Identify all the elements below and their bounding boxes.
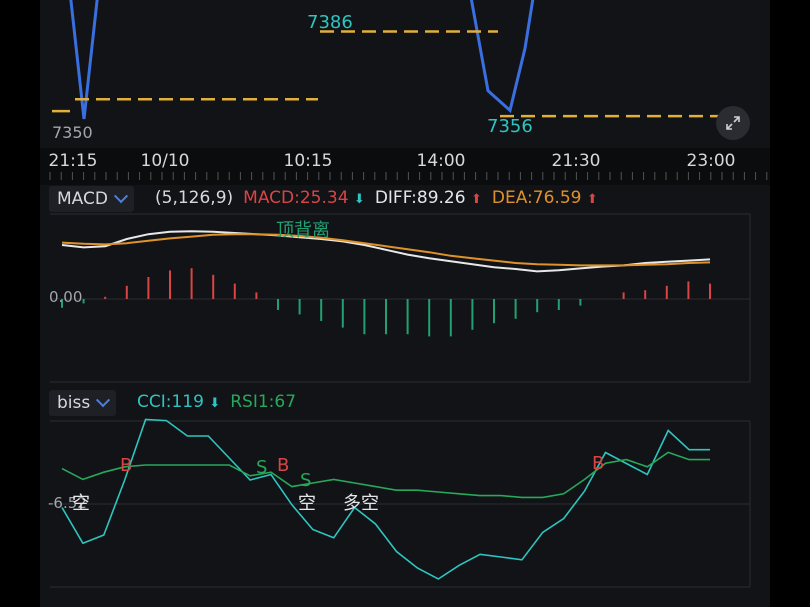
time-tick-label: 10:15	[284, 151, 333, 171]
arrow-down-icon: ⬇	[353, 192, 365, 207]
expand-icon	[726, 116, 740, 130]
price-label-low: 7356	[487, 116, 533, 137]
chart-app: 21:15 10/10 10:15 14:00 21:30 23:00 7386 7356…	[40, 0, 770, 607]
signal-b: B	[277, 455, 290, 476]
signal-s: S	[300, 470, 312, 491]
signal-s: S	[256, 457, 268, 478]
price-line	[469, 0, 535, 114]
time-tick-label: 21:15	[49, 151, 98, 171]
arrow-up-icon: ⬆	[586, 192, 598, 207]
macd-indicator-row: (5,126,9) MACD:25.34 ⬇ DIFF:89.26 ⬆ DEA:…	[155, 188, 598, 208]
macd-value: MACD:25.34 ⬇	[243, 188, 365, 208]
macd-zero-label: 0.00	[49, 288, 83, 306]
price-chart[interactable]: 21:15 10/10 10:15 14:00 21:30 23:00	[40, 0, 770, 185]
signal-b: B	[592, 453, 605, 474]
biss-chart[interactable]	[40, 417, 770, 607]
arrow-up-icon: ⬆	[470, 192, 482, 207]
rsi-line	[61, 451, 710, 499]
rsi-value: RSI1:67	[230, 392, 297, 412]
time-tick-label: 14:00	[417, 151, 466, 171]
time-tick-label: 10/10	[141, 151, 190, 171]
cci-line	[61, 418, 710, 580]
chevron-down-icon	[96, 393, 111, 408]
price-label-high: 7386	[307, 12, 353, 33]
biss-indicator-row: CCI:119 ⬇ RSI1:67	[137, 392, 296, 412]
macd-chart[interactable]	[40, 212, 770, 387]
biss-selector[interactable]: biss	[49, 390, 117, 416]
divergence-annotation: 顶背离	[276, 220, 330, 241]
diff-value: DIFF:89.26 ⬆	[374, 188, 482, 208]
price-axis-min-label: 7350	[52, 123, 93, 142]
cci-value: CCI:119 ⬇	[137, 392, 221, 412]
time-tick-label: 23:00	[687, 151, 736, 171]
arrow-down-icon: ⬇	[209, 396, 221, 411]
signal-b: B	[120, 455, 133, 476]
price-line	[69, 0, 99, 120]
expand-button[interactable]	[716, 106, 750, 140]
biss-selector-label: biss	[57, 393, 91, 413]
signal-kong: 空	[298, 493, 316, 514]
macd-params: (5,126,9)	[155, 188, 234, 208]
time-tick-label: 21:30	[552, 151, 601, 171]
macd-selector-label: MACD	[57, 189, 108, 209]
chevron-down-icon	[113, 189, 129, 204]
signal-duokong: 多空	[343, 493, 379, 514]
dea-value: DEA:76.59 ⬆	[491, 188, 598, 208]
macd-selector[interactable]: MACD	[49, 186, 134, 212]
signal-kong: 空	[72, 493, 90, 514]
